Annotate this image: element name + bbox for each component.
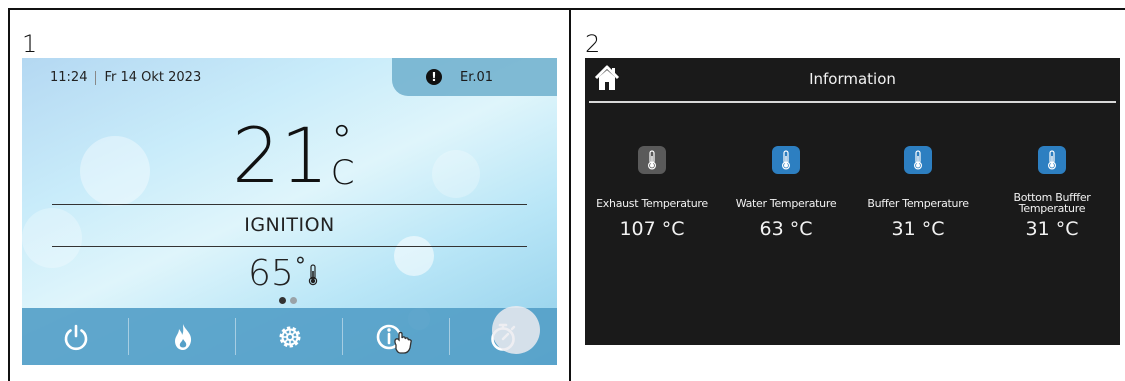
background-bokeh: [432, 150, 480, 198]
thermometer-icon: [904, 146, 932, 174]
thermometer-icon: [308, 264, 318, 290]
sensor-label: Exhaust Temperature: [596, 196, 708, 210]
divider-bottom: [52, 246, 527, 247]
error-tab[interactable]: ! Er.01: [392, 58, 557, 96]
divider-top: [52, 204, 527, 205]
page-indicator: [279, 297, 297, 304]
sensor-value: 107 °C: [619, 218, 685, 240]
panel-number-1: 1: [22, 30, 38, 58]
sensor-label: Water Temperature: [735, 196, 837, 210]
background-bokeh: [394, 236, 434, 276]
sensor-label: Bottom Bufffer Temperature: [1013, 191, 1091, 215]
error-code: Er.01: [460, 69, 494, 85]
date-text: Fr 14 Okt 2023: [104, 70, 202, 85]
datetime-divider: [95, 70, 97, 85]
time-text: 11:24: [50, 70, 88, 85]
screen-header: Information: [585, 58, 1120, 100]
header-divider: [589, 101, 1116, 103]
flame-button[interactable]: [129, 308, 236, 365]
information-screen: Information Exhaust Temperature 107 °C W…: [585, 58, 1120, 345]
settings-button[interactable]: [236, 308, 343, 365]
water-temp-value: 65: [248, 253, 294, 294]
datetime: 11:24 Fr 14 Okt 2023: [50, 70, 201, 85]
room-temperature: 21 ° C: [232, 116, 354, 196]
thermometer-icon: [1038, 146, 1066, 174]
sensor-value: 31 °C: [891, 218, 945, 240]
background-bokeh: [80, 136, 150, 206]
sensor-exhaust-temperature: Exhaust Temperature 107 °C: [585, 146, 719, 240]
thermometer-icon: [772, 146, 800, 174]
alert-icon: !: [426, 69, 442, 85]
info-button[interactable]: [343, 308, 450, 365]
water-temperature: 65 °: [248, 254, 318, 294]
bottom-toolbar: [22, 308, 557, 365]
sensor-buffer-temperature: Buffer Temperature 31 °C: [851, 146, 985, 240]
home-screen: 11:24 Fr 14 Okt 2023 ! Er.01 21 ° C IGNI…: [22, 58, 557, 365]
sensor-value: 63 °C: [759, 218, 813, 240]
power-icon: [64, 324, 87, 350]
stove-state: IGNITION: [244, 214, 335, 236]
sensor-value: 31 °C: [1025, 218, 1079, 240]
gear-icon: [279, 326, 300, 347]
sensor-bottom-buffer-temperature: Bottom Bufffer Temperature 31 °C: [985, 146, 1119, 240]
screen-title: Information: [809, 70, 896, 88]
thermometer-icon: [638, 146, 666, 174]
page-dot-active: [279, 297, 286, 304]
info-icon: [376, 324, 412, 354]
sensor-water-temperature: Water Temperature 63 °C: [719, 146, 853, 240]
panel-number-2: 2: [585, 30, 601, 58]
sensor-label: Buffer Temperature: [867, 196, 969, 210]
page-dot: [290, 297, 297, 304]
background-bokeh: [492, 306, 540, 354]
water-temp-degree: °: [294, 254, 306, 279]
room-temp-value: 21: [232, 111, 329, 200]
pointing-hand-icon: [393, 331, 412, 354]
flame-icon: [174, 323, 191, 350]
power-button[interactable]: [22, 308, 129, 365]
room-temp-unit: C: [330, 153, 355, 193]
